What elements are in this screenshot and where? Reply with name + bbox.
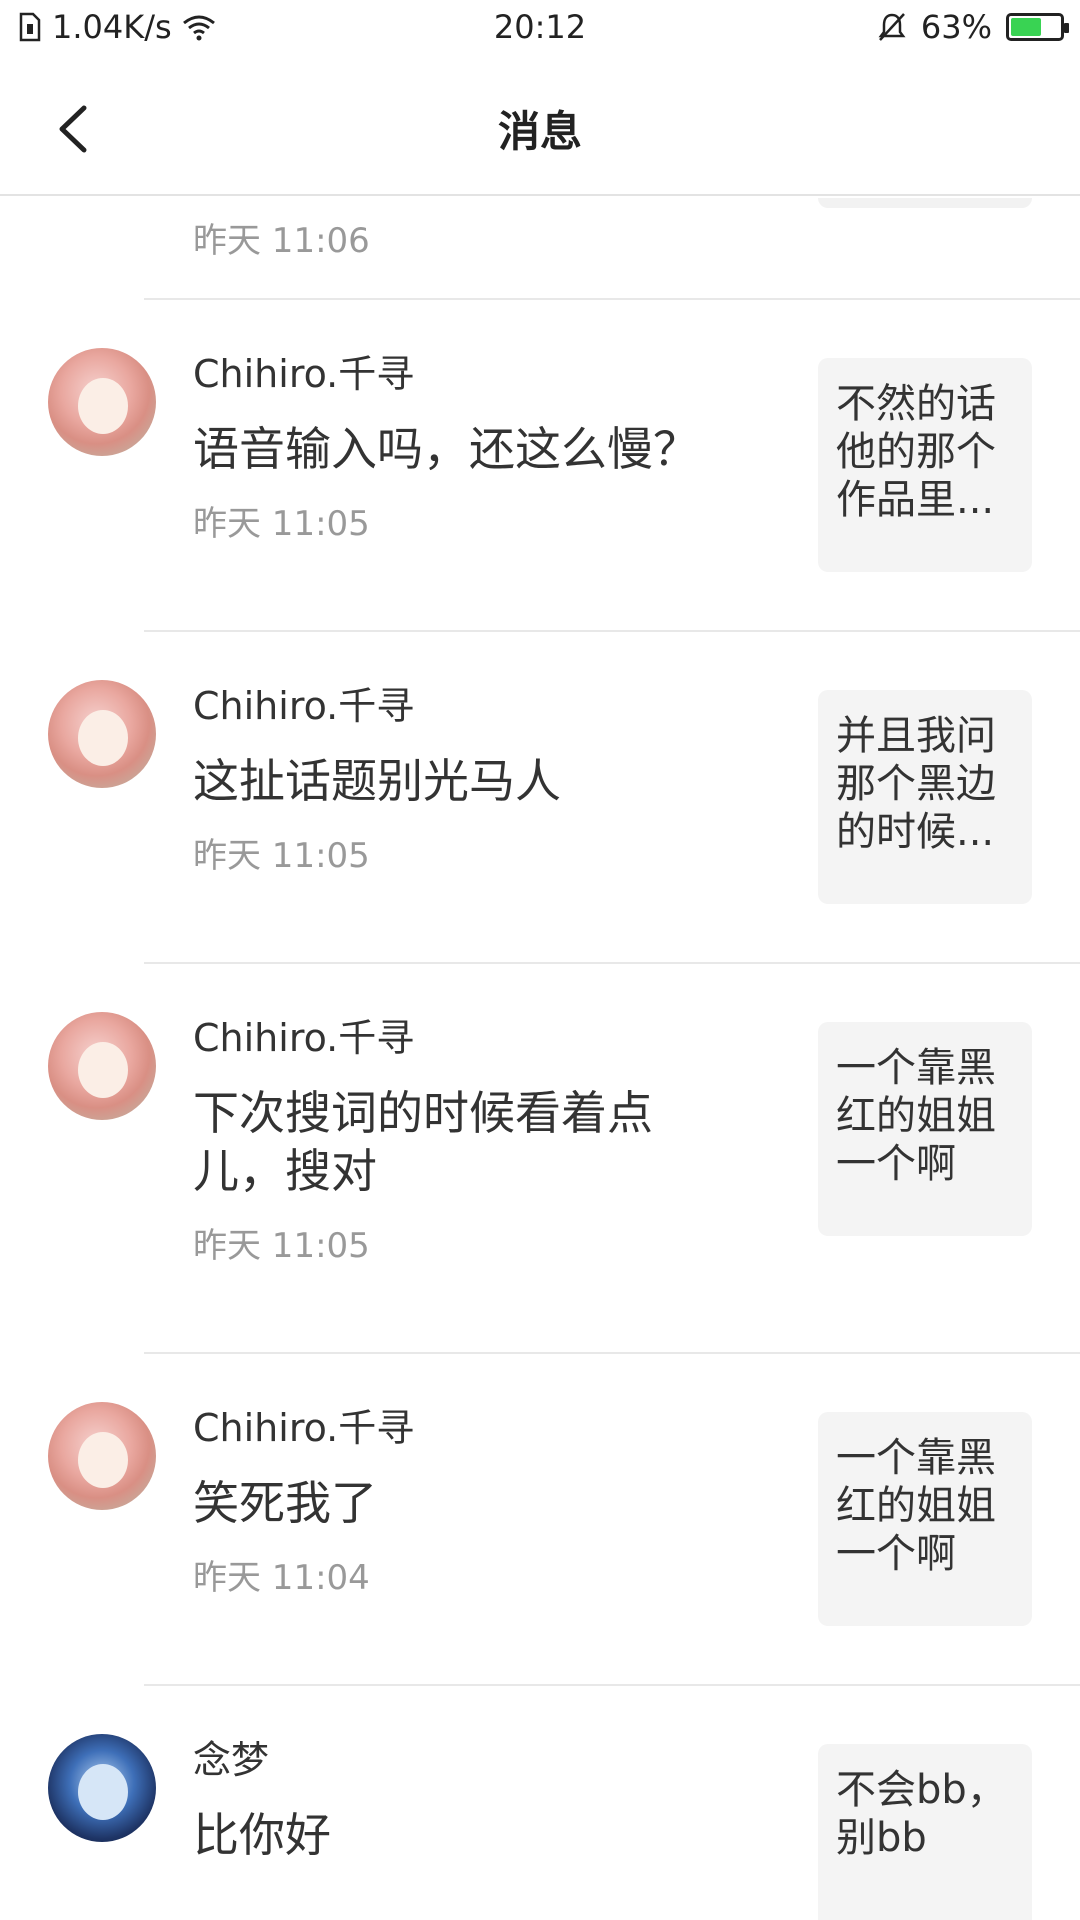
message-time: 昨天 11:04	[193, 1558, 370, 1598]
list-item[interactable]: Chihiro.千寻 笑死我了 昨天 11:04 一个靠黑红的姐姐一个啊	[48, 1352, 1080, 1684]
list-item[interactable]: Chihiro.千寻 这扯话题别光马人 昨天 11:05 并且我问那个黑边的时候…	[48, 630, 1080, 962]
message-content: Chihiro.千寻 笑死我了 昨天 11:04	[193, 1404, 723, 1600]
message-list[interactable]: 昨天 11:06 Chihiro.千寻 语音输入吗，还这么慢？ 昨天 11:05…	[0, 198, 1080, 1920]
battery-level	[1011, 18, 1042, 36]
sender-name: Chihiro.千寻	[193, 1406, 415, 1450]
sender-name: Chihiro.千寻	[193, 352, 415, 396]
avatar[interactable]	[48, 1402, 156, 1510]
message-text: 笑死我了	[193, 1476, 377, 1530]
avatar[interactable]	[48, 1012, 156, 1120]
quote-thumbnail	[818, 198, 1032, 208]
battery-icon	[1006, 13, 1069, 41]
message-content: Chihiro.千寻 下次搜词的时候看着点儿，搜对 昨天 11:05	[193, 1014, 723, 1268]
sender-name: 念梦	[193, 1738, 270, 1782]
list-item[interactable]: Chihiro.千寻 语音输入吗，还这么慢？ 昨天 11:05 不然的话他的那个…	[48, 298, 1080, 630]
message-content: Chihiro.千寻 语音输入吗，还这么慢？ 昨天 11:05	[193, 350, 723, 546]
message-time: 昨天 11:06	[193, 221, 370, 261]
quote-thumbnail[interactable]: 不会bb，别bb	[818, 1744, 1032, 1920]
message-time: 昨天 11:05	[193, 504, 370, 544]
list-item[interactable]: Chihiro.千寻 下次搜词的时候看着点儿，搜对 昨天 11:05 一个靠黑红…	[48, 962, 1080, 1352]
status-right: 63%	[877, 8, 1069, 46]
quote-thumbnail[interactable]: 一个靠黑红的姐姐一个啊	[818, 1022, 1032, 1236]
list-item[interactable]: 昨天 11:06	[0, 198, 1080, 298]
mute-bell-icon	[878, 13, 906, 41]
message-text: 比你好	[193, 1808, 331, 1862]
quote-thumbnail[interactable]: 不然的话他的那个作品里...	[818, 358, 1032, 572]
sender-name: Chihiro.千寻	[193, 684, 415, 728]
avatar[interactable]	[48, 348, 156, 456]
list-item[interactable]: 念梦 比你好 不会bb，别bb	[48, 1684, 1080, 1920]
avatar[interactable]	[48, 1734, 156, 1842]
avatar[interactable]	[48, 680, 156, 788]
message-text: 这扯话题别光马人	[193, 754, 561, 808]
sender-name: Chihiro.千寻	[193, 1016, 415, 1060]
battery-percent: 63%	[920, 8, 992, 46]
quote-thumbnail[interactable]: 一个靠黑红的姐姐一个啊	[818, 1412, 1032, 1626]
page-title: 消息	[497, 107, 582, 156]
message-time: 昨天 11:05	[193, 836, 370, 876]
nav-header: 消息	[0, 56, 1080, 196]
quote-thumbnail[interactable]: 并且我问那个黑边的时候...	[818, 690, 1032, 904]
message-content: Chihiro.千寻 这扯话题别光马人 昨天 11:05	[193, 682, 723, 878]
message-time: 昨天 11:05	[193, 1226, 370, 1266]
message-text: 语音输入吗，还这么慢？	[193, 422, 699, 476]
message-content: 念梦 比你好	[193, 1736, 723, 1864]
status-bar: 1.04K/s 20:12 63%	[0, 0, 1080, 56]
message-text: 下次搜词的时候看着点儿，搜对	[193, 1086, 653, 1198]
